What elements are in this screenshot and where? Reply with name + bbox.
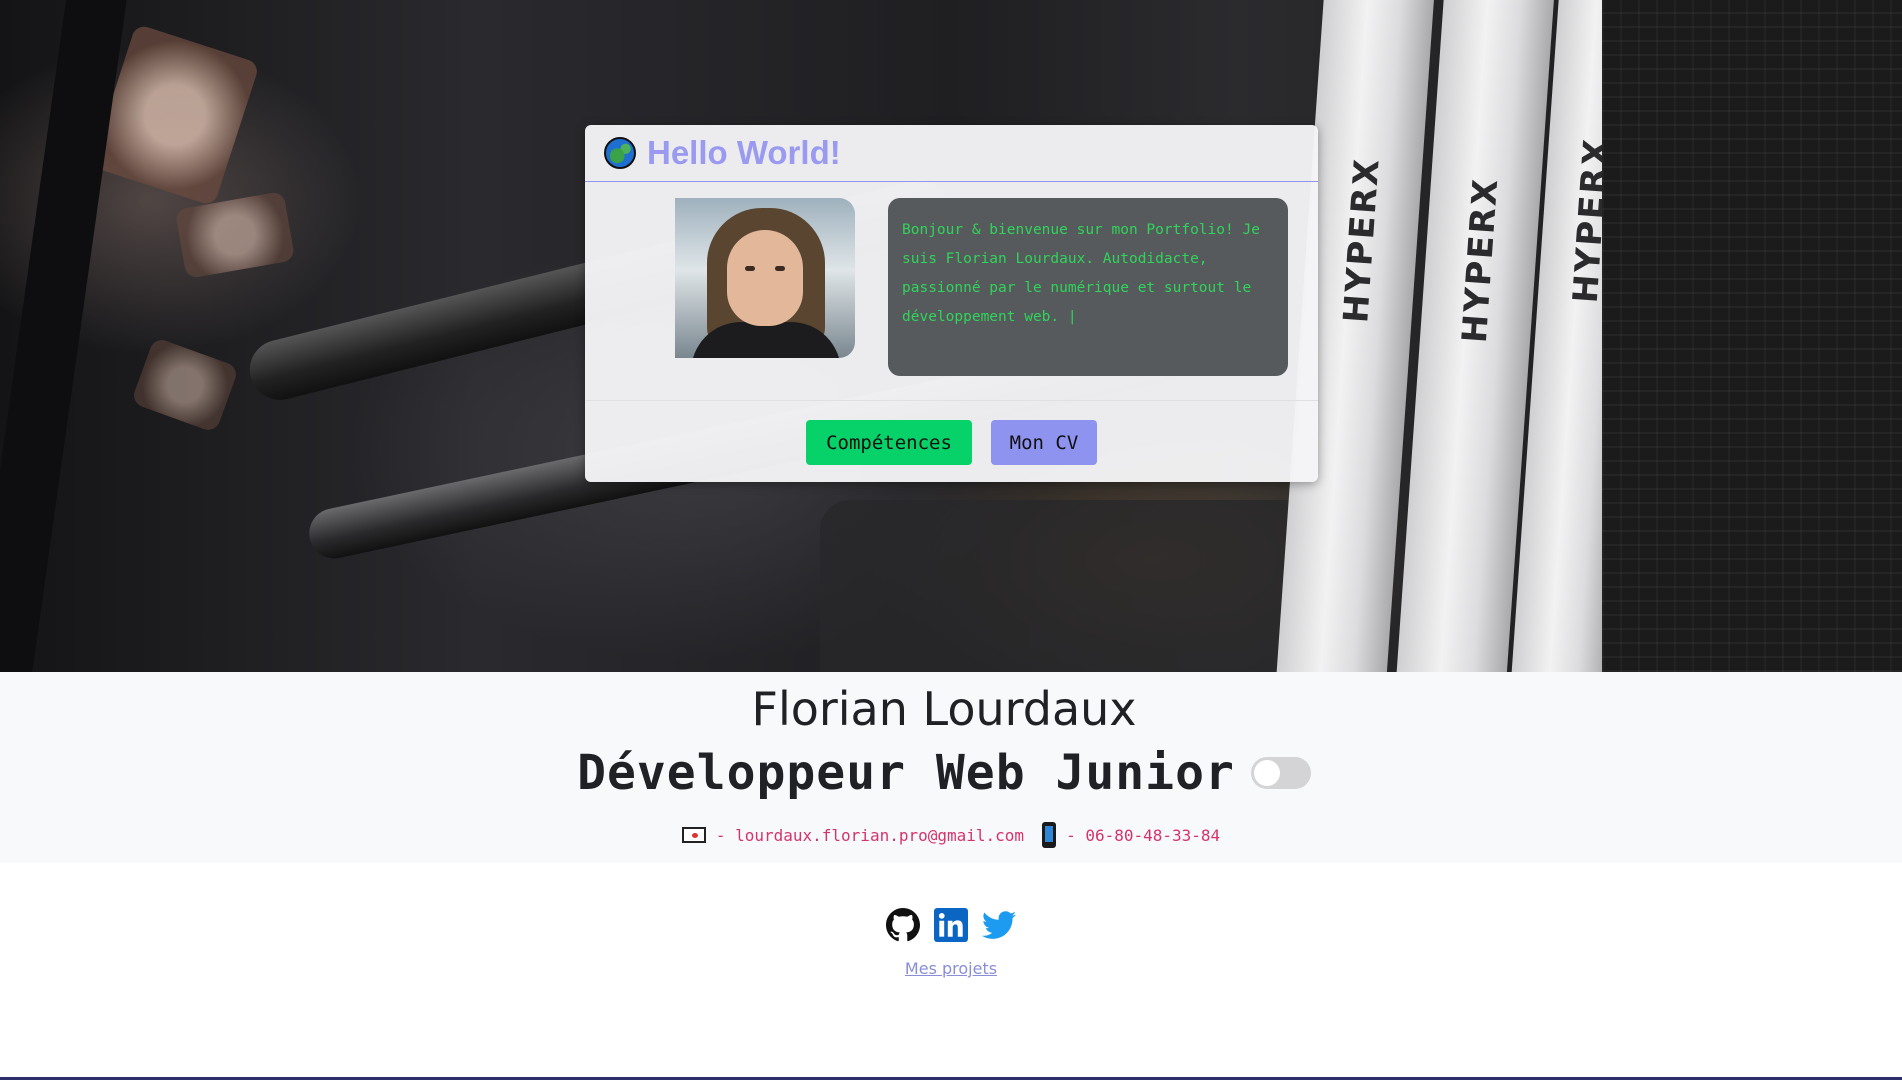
card-header: Hello World! [585,125,1318,182]
card-title: Hello World! [647,134,841,171]
theme-toggle[interactable] [1250,757,1311,789]
projects-link-row: Mes projets [0,959,1902,978]
person-name: Florian Lourdaux [751,682,1137,736]
card-divider [585,400,1318,401]
email-link[interactable]: - lourdaux.florian.pro@gmail.com [716,826,1024,845]
twitter-icon[interactable] [982,908,1016,942]
bio-text: Bonjour & bienvenue sur mon Portfolio! J… [902,222,1260,325]
mail-icon [681,827,706,843]
job-title: Développeur Web Junior [577,745,1235,801]
cv-button[interactable]: Mon CV [991,420,1097,465]
profile-photo [675,198,855,358]
toggle-knob [1253,760,1280,786]
social-links [0,908,1902,942]
contact-row: - lourdaux.florian.pro@gmail.com - 06-80… [0,822,1902,848]
skills-button[interactable]: Compétences [806,420,972,465]
linkedin-icon[interactable] [934,908,968,942]
globe-icon [604,137,636,169]
hello-world-card: Hello World! Bonjour & bienvenue sur mon… [585,125,1318,482]
github-icon[interactable] [886,908,920,942]
phone-icon [1042,822,1057,848]
projects-link[interactable]: Mes projets [905,959,997,978]
bio-terminal: Bonjour & bienvenue sur mon Portfolio! J… [888,198,1288,376]
phone-number: - 06-80-48-33-84 [1066,825,1221,845]
role-row: Développeur Web Junior [0,745,1888,801]
